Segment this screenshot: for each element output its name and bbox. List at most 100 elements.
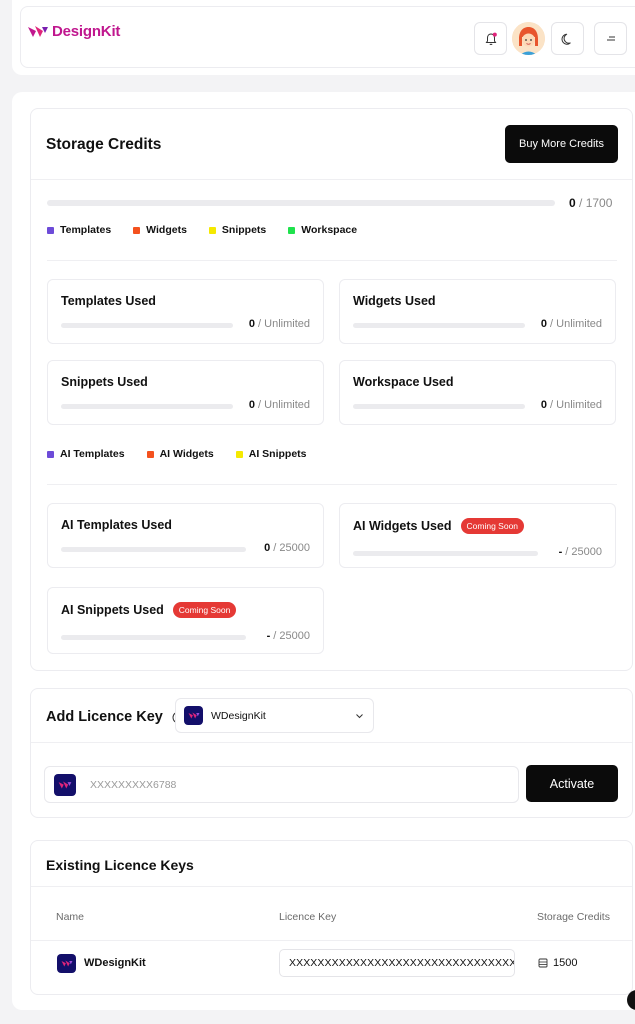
activate-button[interactable]: Activate <box>526 765 618 802</box>
usage-progress <box>61 547 246 552</box>
legend-swatch <box>47 226 54 234</box>
row-product-name: WDesignKit <box>84 957 146 969</box>
column-header-name: Name <box>56 911 85 923</box>
legend-swatch <box>208 226 216 234</box>
usage-title: Widgets Used <box>353 294 436 308</box>
legend-item-templates: Templates <box>47 224 111 236</box>
legend-swatch <box>133 226 141 234</box>
usage-title: AI Snippets Used Coming Soon <box>61 602 237 618</box>
ai-templates-used-card: AI Templates Used 0 / 25000 <box>47 503 324 568</box>
divider <box>31 742 632 743</box>
row-storage-credits: 1500 <box>538 957 577 969</box>
licence-key-input[interactable] <box>90 778 490 791</box>
theme-toggle-button[interactable] <box>551 22 584 55</box>
legend-label: AI Templates <box>60 448 125 460</box>
menu-button[interactable] <box>594 22 627 55</box>
usage-used: 0 <box>540 399 547 411</box>
column-header-licence-key: Licence Key <box>279 911 337 923</box>
product-select[interactable]: WDesignKit <box>175 698 374 733</box>
column-header-storage-credits: Storage Credits <box>537 911 610 923</box>
usage-limit: / Unlimited <box>258 318 310 330</box>
usage-count: 0 / Unlimited <box>249 318 310 330</box>
legend-swatch <box>47 450 54 458</box>
add-licence-key-title-text: Add Licence Key <box>46 709 163 725</box>
workspace-used-card: Workspace Used 0 / Unlimited <box>339 360 616 425</box>
usage-title-text: Widgets Used <box>353 294 436 308</box>
legend-swatch <box>288 226 296 234</box>
usage-title: AI Widgets Used Coming Soon <box>353 518 525 534</box>
usage-limit: / 25000 <box>273 542 310 554</box>
templates-used-card: Templates Used 0 / Unlimited <box>47 279 324 344</box>
coming-soon-badge: Coming Soon <box>460 518 525 534</box>
designkit-logo-icon <box>28 26 48 37</box>
legend-item-ai-templates: AI Templates <box>47 448 125 460</box>
notifications-button[interactable] <box>474 22 507 55</box>
legend-swatch <box>146 450 154 458</box>
chevron-down-icon <box>356 714 363 719</box>
legend-label: Widgets <box>146 224 187 236</box>
avatar-image <box>512 22 545 55</box>
storage-credits-title: Storage Credits <box>46 136 162 153</box>
usage-title-text: Snippets Used <box>61 375 148 389</box>
usage-limit: / Unlimited <box>550 318 602 330</box>
total-credits-progress <box>47 200 555 206</box>
add-licence-key-card: Add Licence Key WDesignKit Activate <box>30 688 633 818</box>
legend-item-ai-snippets: AI Snippets <box>235 448 307 460</box>
usage-limit: / 25000 <box>273 630 310 642</box>
usage-title-text: AI Snippets Used <box>61 603 164 617</box>
usage-progress <box>353 404 525 409</box>
usage-title: Snippets Used <box>61 375 148 389</box>
ai-widgets-used-card: AI Widgets Used Coming Soon - / 25000 <box>339 503 616 568</box>
usage-limit: / Unlimited <box>258 399 310 411</box>
usage-count: - / 25000 <box>267 630 310 642</box>
row-licence-key[interactable]: XXXXXXXXXXXXXXXXXXXXXXXXXXXXXXXXXcc17 <box>279 949 515 977</box>
storage-credits-card: Storage Credits Buy More Credits 0 / 170… <box>30 108 633 671</box>
usage-progress <box>61 404 233 409</box>
usage-title-text: AI Widgets Used <box>353 519 452 533</box>
usage-used: - <box>558 546 563 558</box>
usage-title-text: Workspace Used <box>353 375 454 389</box>
usage-limit: / Unlimited <box>550 399 602 411</box>
usage-progress <box>353 551 538 556</box>
legend-label: Workspace <box>301 224 358 236</box>
product-select-value: WDesignKit <box>211 709 266 722</box>
divider <box>47 260 617 261</box>
total-credits-limit: / 1700 <box>579 196 613 210</box>
buy-more-credits-button[interactable]: Buy More Credits <box>505 125 618 163</box>
usage-used: 0 <box>248 399 255 411</box>
legend-item-snippets: Snippets <box>208 224 266 236</box>
usage-used: 0 <box>540 318 547 330</box>
divider <box>47 484 617 485</box>
database-icon <box>538 958 548 968</box>
legend-item-widgets: Widgets <box>133 224 187 236</box>
divider <box>31 886 632 887</box>
licence-key-field[interactable] <box>44 766 519 803</box>
legend-label: Templates <box>60 224 112 236</box>
credits-legend: Templates Widgets Snippets Workspace <box>47 224 357 236</box>
legend-label: AI Widgets <box>159 448 214 460</box>
total-credits-used: 0 <box>569 196 576 210</box>
product-logo-icon <box>54 773 76 796</box>
add-licence-key-title: Add Licence Key <box>46 709 185 725</box>
legend-label: AI Snippets <box>248 448 307 460</box>
usage-count: 0 / Unlimited <box>249 399 310 411</box>
existing-licence-keys-title: Existing Licence Keys <box>46 857 194 873</box>
brand-name: DesignKit <box>52 23 121 40</box>
usage-title: AI Templates Used <box>61 518 172 532</box>
usage-progress <box>61 323 233 328</box>
usage-title-text: Templates Used <box>61 294 156 308</box>
brand-logo[interactable]: DesignKit <box>27 23 120 40</box>
user-avatar[interactable] <box>512 22 545 55</box>
ai-snippets-used-card: AI Snippets Used Coming Soon - / 25000 <box>47 587 324 654</box>
product-logo-icon <box>57 954 76 973</box>
widgets-used-card: Widgets Used 0 / Unlimited <box>339 279 616 344</box>
snippets-used-card: Snippets Used 0 / Unlimited <box>47 360 324 425</box>
menu-icon <box>606 36 615 40</box>
usage-progress <box>353 323 525 328</box>
usage-used: 0 <box>248 318 255 330</box>
moon-icon <box>561 33 571 45</box>
coming-soon-badge: Coming Soon <box>172 602 237 618</box>
bell-icon <box>485 32 497 45</box>
row-storage-credits-value: 1500 <box>553 957 578 969</box>
existing-licence-keys-card: Existing Licence Keys Name Licence Key S… <box>30 840 633 995</box>
